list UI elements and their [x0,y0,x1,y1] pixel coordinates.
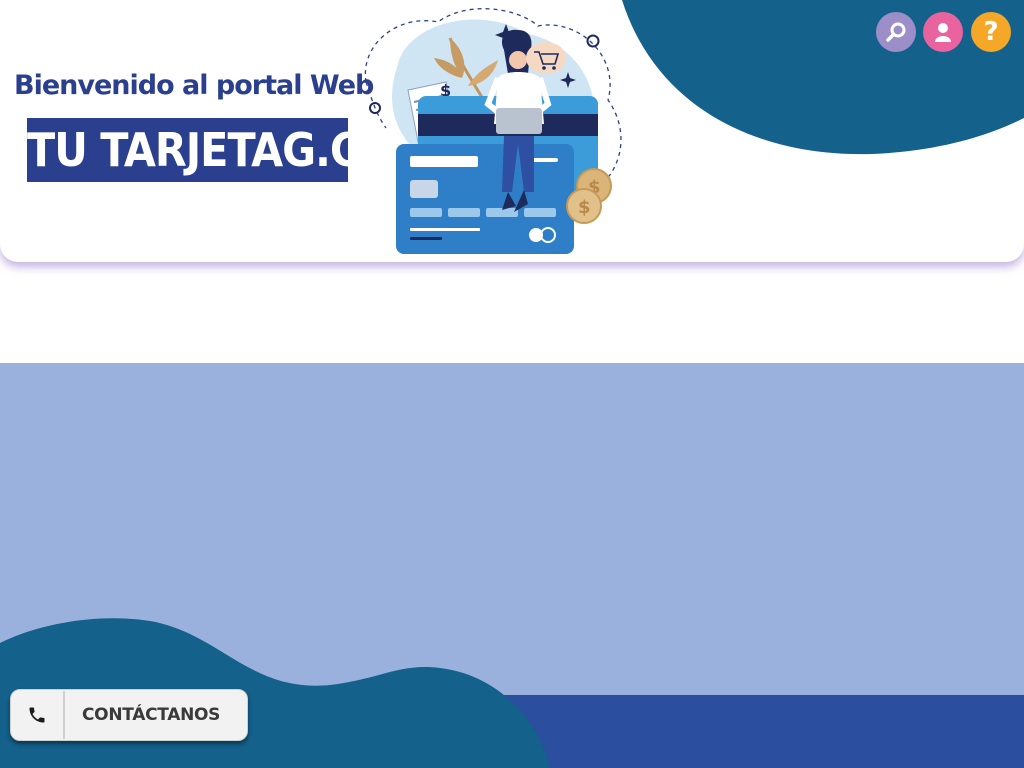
content-spacer [0,262,1024,363]
header: Bienvenido al portal Web TU TARJETAG.COM… [0,0,1024,262]
search-icon [886,22,906,42]
welcome-heading: Bienvenido al portal Web [14,70,374,101]
contact-button[interactable]: CONTÁCTANOS [10,689,248,741]
user-button[interactable] [923,12,963,52]
contact-icon-box [11,691,65,739]
credit-card-illustration: $ $ $ [364,8,622,254]
brand-logo: TU TARJETAG.COM [27,118,435,182]
search-button[interactable] [876,12,916,52]
help-button[interactable]: ? [971,12,1011,52]
contact-label: CONTÁCTANOS [82,705,221,725]
svg-text:$: $ [578,197,591,218]
phone-icon [29,707,45,723]
help-icon: ? [983,17,999,47]
user-icon [935,23,951,42]
